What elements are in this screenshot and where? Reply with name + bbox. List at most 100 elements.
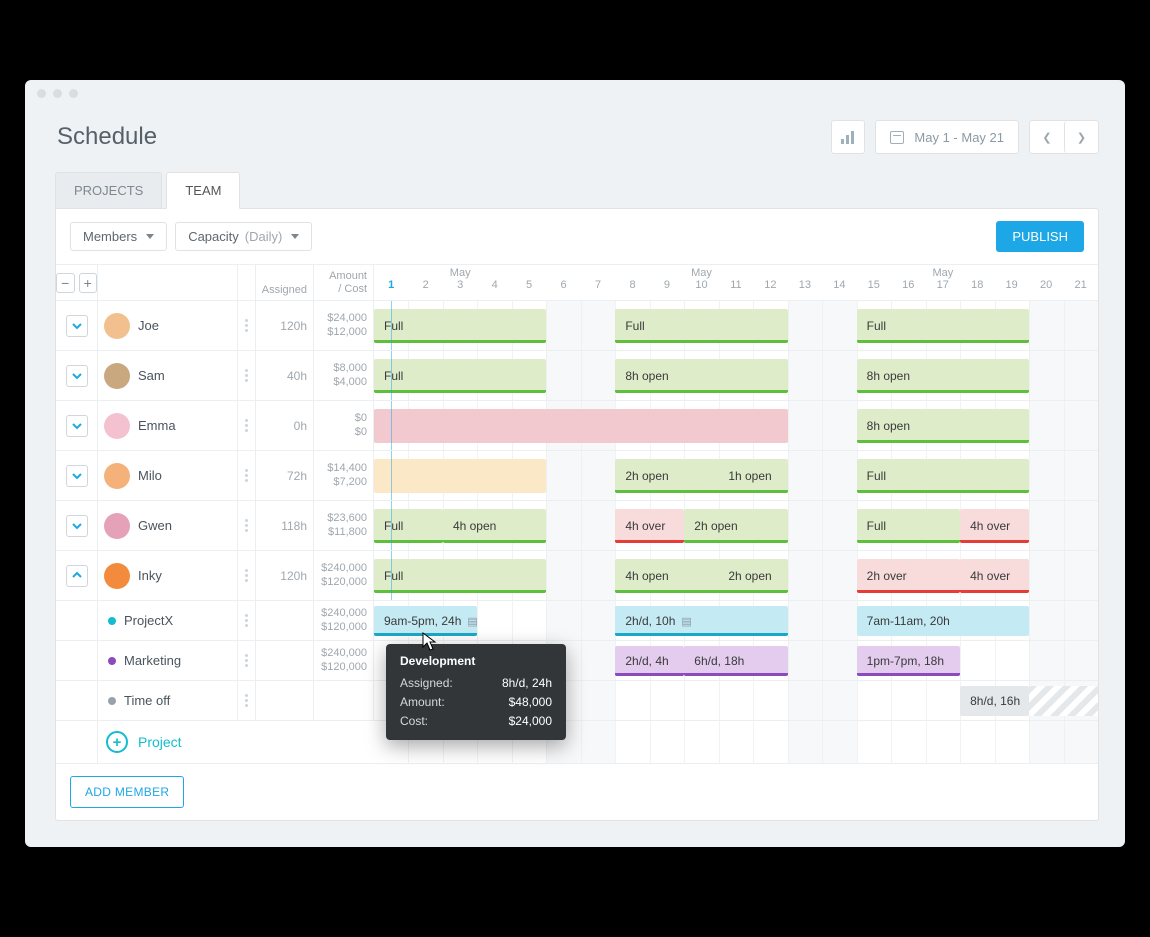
drag-handle[interactable]: [238, 501, 256, 550]
members-filter-label: Members: [83, 229, 137, 244]
date-range-picker[interactable]: May 1 - May 21: [875, 120, 1019, 154]
next-range-button[interactable]: ❯: [1064, 121, 1098, 153]
schedule-bar[interactable]: Full: [615, 309, 787, 343]
schedule-bar[interactable]: 4h over: [960, 509, 1029, 543]
drag-handle[interactable]: [238, 641, 256, 680]
schedule-bar[interactable]: 8h open: [857, 409, 1029, 443]
timeline[interactable]: 9am-5pm, 24h▤2h/d, 10h▤7am-11am, 20h: [374, 601, 1098, 640]
bar-label: 4h over: [625, 519, 665, 533]
add-member-button[interactable]: ADD MEMBER: [70, 776, 184, 808]
day-header[interactable]: 20: [1029, 279, 1063, 300]
capacity-mode-dropdown[interactable]: Capacity (Daily): [175, 222, 312, 251]
drag-handle[interactable]: [238, 401, 256, 450]
day-header[interactable]: 17: [926, 279, 960, 300]
day-header[interactable]: 19: [994, 279, 1028, 300]
traffic-light-zoom[interactable]: [69, 89, 78, 98]
schedule-bar[interactable]: 6h/d, 18h: [684, 646, 787, 676]
day-header[interactable]: 14: [822, 279, 856, 300]
tab-projects[interactable]: PROJECTS: [55, 172, 162, 208]
schedule-bar[interactable]: 4h over: [615, 509, 684, 543]
day-header[interactable]: 5: [512, 279, 546, 300]
day-header[interactable]: 1: [374, 279, 408, 300]
schedule-bar[interactable]: 4h open 2h open: [615, 559, 787, 593]
schedule-bar[interactable]: Full: [857, 509, 960, 543]
expand-all-button[interactable]: +: [79, 273, 98, 293]
schedule-bar[interactable]: 2h over: [857, 559, 960, 593]
schedule-bar[interactable]: 2h/d, 4h: [615, 646, 684, 676]
day-header[interactable]: 9: [650, 279, 684, 300]
drag-handle[interactable]: [238, 601, 256, 640]
schedule-bar[interactable]: Full: [857, 309, 1029, 343]
timeline[interactable]: Full 8h open 8h open: [374, 351, 1098, 400]
timeline[interactable]: 8h open: [374, 401, 1098, 450]
schedule-bar[interactable]: 2h/d, 10h▤: [615, 606, 787, 636]
schedule-bar[interactable]: Full: [374, 559, 546, 593]
schedule-bar[interactable]: 4h open: [443, 509, 546, 543]
assigned-hours: 120h: [256, 551, 314, 600]
expand-row-button[interactable]: [66, 515, 88, 537]
schedule-bar[interactable]: 2h open1h open: [615, 459, 787, 493]
schedule-bar[interactable]: 4h over: [960, 559, 1029, 593]
schedule-bar[interactable]: Full: [374, 309, 546, 343]
expand-row-button[interactable]: [66, 315, 88, 337]
expand-row-button[interactable]: [66, 365, 88, 387]
traffic-light-close[interactable]: [37, 89, 46, 98]
day-header[interactable]: 8: [615, 279, 649, 300]
day-header[interactable]: 6: [546, 279, 580, 300]
schedule-bar[interactable]: 7am-11am, 20h: [857, 606, 1029, 636]
drag-handle[interactable]: [238, 681, 256, 720]
day-header[interactable]: 13: [788, 279, 822, 300]
day-header[interactable]: 15: [857, 279, 891, 300]
publish-button[interactable]: PUBLISH: [996, 221, 1084, 252]
day-header[interactable]: 4: [477, 279, 511, 300]
bar-label: 4h open: [625, 569, 668, 583]
bar-label: Full: [384, 519, 403, 533]
add-project-row[interactable]: +Project: [56, 721, 1098, 764]
members-filter[interactable]: Members: [70, 222, 167, 251]
schedule-bar[interactable]: 2h open: [684, 509, 787, 543]
expand-row-button[interactable]: [66, 415, 88, 437]
schedule-bar[interactable]: 8h open: [857, 359, 1029, 393]
prev-range-button[interactable]: ❮: [1030, 121, 1064, 153]
traffic-light-minimize[interactable]: [53, 89, 62, 98]
member-row: Joe120h$24,000$12,000FullFullFull: [56, 301, 1098, 351]
bar-label: 4h over: [970, 569, 1010, 583]
timeline[interactable]: Full 4h open 2h open 2h over 4h over: [374, 551, 1098, 600]
drag-handle[interactable]: [238, 351, 256, 400]
day-header[interactable]: 10: [684, 279, 718, 300]
member-name: Emma: [138, 418, 176, 433]
tab-team[interactable]: TEAM: [166, 172, 240, 209]
schedule-bar[interactable]: 8h/d, 16h: [960, 686, 1029, 716]
drag-handle[interactable]: [238, 451, 256, 500]
schedule-bar[interactable]: 1pm-7pm, 18h: [857, 646, 960, 676]
day-header[interactable]: 12: [753, 279, 787, 300]
schedule-bar[interactable]: Full: [374, 509, 443, 543]
expand-row-button[interactable]: [66, 465, 88, 487]
day-header[interactable]: 21: [1063, 279, 1097, 300]
timeline[interactable]: Full4h open4h over2h openFull4h over: [374, 501, 1098, 550]
schedule-bar[interactable]: Full: [374, 359, 546, 393]
col-header-cost: / Cost: [338, 283, 367, 296]
collapse-all-button[interactable]: −: [56, 273, 75, 293]
day-header[interactable]: 7: [581, 279, 615, 300]
bar-label: Full: [867, 319, 886, 333]
project-color-dot: [108, 617, 116, 625]
day-header[interactable]: 3: [443, 279, 477, 300]
drag-handle[interactable]: [238, 551, 256, 600]
drag-handle[interactable]: [238, 301, 256, 350]
timeline[interactable]: 2h open1h open Full: [374, 451, 1098, 500]
day-header[interactable]: 2: [408, 279, 442, 300]
cursor-icon: [422, 632, 438, 655]
member-name: Joe: [138, 318, 159, 333]
timeline[interactable]: Full Full Full: [374, 301, 1098, 350]
schedule-bar[interactable]: [374, 409, 788, 443]
day-header[interactable]: 11: [719, 279, 753, 300]
chart-toggle-button[interactable]: [831, 120, 865, 154]
schedule-bar[interactable]: Full: [857, 459, 1029, 493]
bar-label-secondary: 2h open: [728, 569, 777, 583]
schedule-bar[interactable]: 8h open: [615, 359, 787, 393]
day-header[interactable]: 16: [891, 279, 925, 300]
schedule-bar[interactable]: [374, 459, 546, 493]
day-header[interactable]: 18: [960, 279, 994, 300]
expand-row-button[interactable]: [66, 565, 88, 587]
